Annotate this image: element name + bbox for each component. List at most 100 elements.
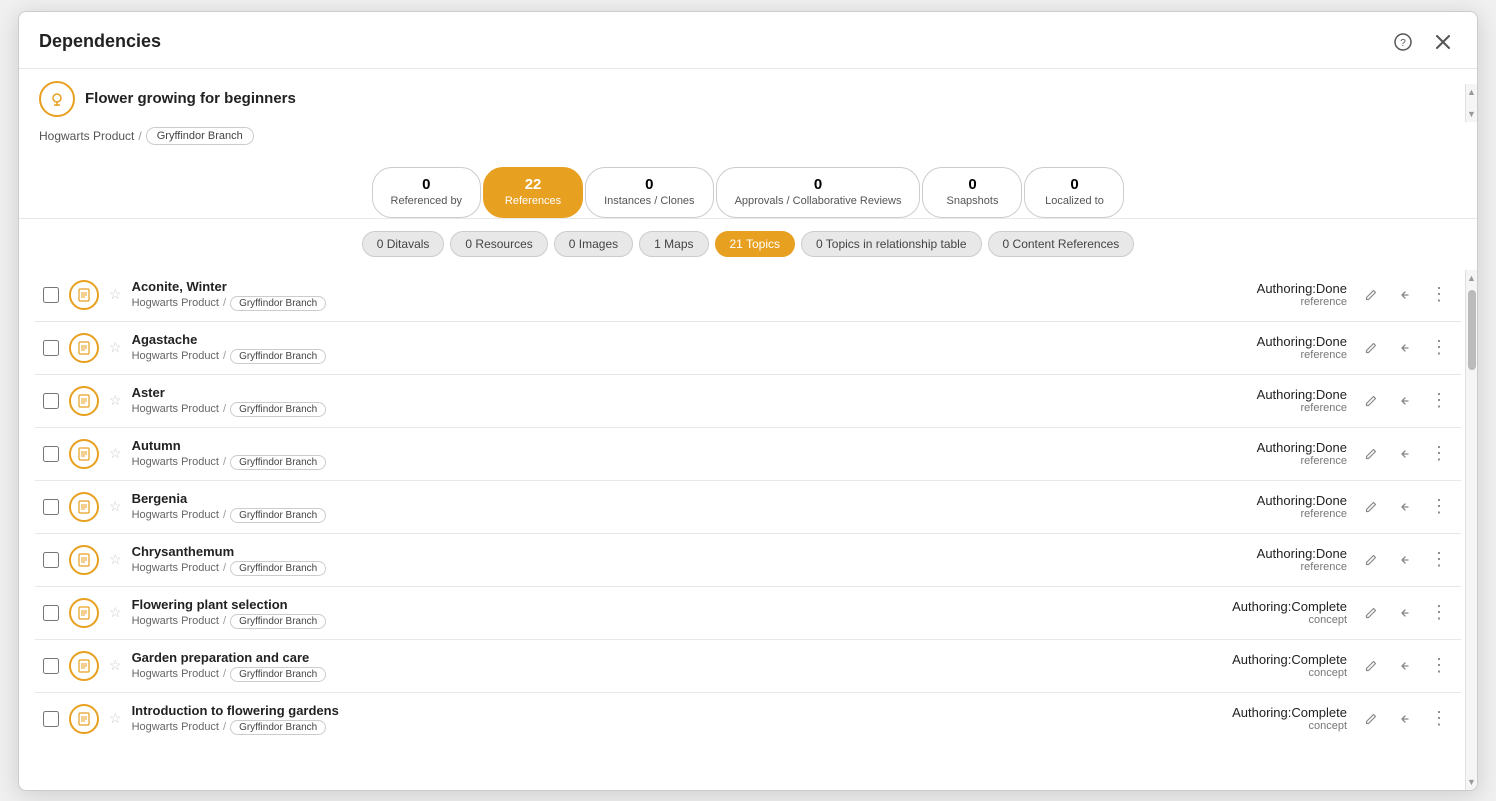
- item-back-button-3[interactable]: [1391, 440, 1419, 468]
- item-edit-button-2[interactable]: [1357, 387, 1385, 415]
- filter-tab-3[interactable]: 1 Maps: [639, 231, 708, 257]
- item-doc-icon-2: [69, 386, 99, 416]
- item-star-4[interactable]: ☆: [109, 498, 122, 515]
- item-star-8[interactable]: ☆: [109, 710, 122, 727]
- item-status-type-0: reference: [1301, 296, 1347, 308]
- main-tab-3[interactable]: 0Approvals / Collaborative Reviews: [716, 167, 921, 218]
- item-status-type-7: concept: [1308, 667, 1347, 679]
- item-more-button-7[interactable]: ⋮: [1425, 652, 1453, 680]
- items-list: ☆ Aconite, Winter Hogwarts Product / Gry…: [19, 269, 1477, 790]
- scroll-thumb: [1468, 290, 1476, 370]
- filter-tab-6[interactable]: 0 Content References: [988, 231, 1135, 257]
- header-actions: ?: [1389, 28, 1457, 56]
- item-edit-button-3[interactable]: [1357, 440, 1385, 468]
- scroll-down-arrow[interactable]: ▼: [1467, 109, 1476, 119]
- list-item: ☆ Autumn Hogwarts Product / Gryffindor B…: [35, 428, 1461, 481]
- item-edit-button-6[interactable]: [1357, 599, 1385, 627]
- item-back-button-7[interactable]: [1391, 652, 1419, 680]
- item-actions-6: ⋮: [1357, 599, 1453, 627]
- item-more-button-6[interactable]: ⋮: [1425, 599, 1453, 627]
- item-content-5: Chrysanthemum Hogwarts Product / Gryffin…: [132, 544, 1177, 576]
- item-more-button-4[interactable]: ⋮: [1425, 493, 1453, 521]
- filter-tab-1[interactable]: 0 Resources: [450, 231, 547, 257]
- scroll-track: [1466, 286, 1477, 774]
- list-scroll-up[interactable]: ▲: [1467, 270, 1476, 286]
- item-checkbox-2[interactable]: [43, 393, 59, 409]
- item-actions-0: ⋮: [1357, 281, 1453, 309]
- item-branch-badge-4: Gryffindor Branch: [230, 508, 326, 523]
- filter-tab-2[interactable]: 0 Images: [554, 231, 633, 257]
- item-more-button-0[interactable]: ⋮: [1425, 281, 1453, 309]
- item-path-prefix-6: Hogwarts Product: [132, 615, 219, 627]
- item-back-button-8[interactable]: [1391, 705, 1419, 733]
- item-status-label-5: Authoring:Done: [1257, 546, 1347, 561]
- item-star-0[interactable]: ☆: [109, 286, 122, 303]
- item-more-button-3[interactable]: ⋮: [1425, 440, 1453, 468]
- item-path-sep-7: /: [223, 668, 226, 680]
- item-status-2: Authoring:Done reference: [1187, 387, 1347, 414]
- item-edit-button-8[interactable]: [1357, 705, 1385, 733]
- list-scroll-down[interactable]: ▼: [1467, 774, 1476, 790]
- main-tab-1[interactable]: 22References: [483, 167, 583, 218]
- item-checkbox-8[interactable]: [43, 711, 59, 727]
- item-edit-button-4[interactable]: [1357, 493, 1385, 521]
- item-checkbox-0[interactable]: [43, 287, 59, 303]
- item-checkbox-1[interactable]: [43, 340, 59, 356]
- tab-label-5: Localized to: [1045, 195, 1104, 207]
- item-path-prefix-8: Hogwarts Product: [132, 721, 219, 733]
- item-more-button-8[interactable]: ⋮: [1425, 705, 1453, 733]
- item-edit-button-0[interactable]: [1357, 281, 1385, 309]
- item-status-type-1: reference: [1301, 349, 1347, 361]
- item-content-7: Garden preparation and care Hogwarts Pro…: [132, 650, 1177, 682]
- item-back-button-6[interactable]: [1391, 599, 1419, 627]
- item-back-button-5[interactable]: [1391, 546, 1419, 574]
- list-item: ☆ Flowering plant selection Hogwarts Pro…: [35, 587, 1461, 640]
- item-star-1[interactable]: ☆: [109, 339, 122, 356]
- item-more-button-1[interactable]: ⋮: [1425, 334, 1453, 362]
- item-path-prefix-0: Hogwarts Product: [132, 297, 219, 309]
- item-edit-button-1[interactable]: [1357, 334, 1385, 362]
- list-scrollbar[interactable]: ▲ ▼: [1465, 270, 1477, 790]
- main-tab-4[interactable]: 0Snapshots: [922, 167, 1022, 218]
- item-back-button-1[interactable]: [1391, 334, 1419, 362]
- tab-label-3: Approvals / Collaborative Reviews: [735, 195, 902, 207]
- header-scroll-arrows: ▲ ▼: [1465, 84, 1477, 122]
- main-tab-0[interactable]: 0Referenced by: [372, 167, 482, 218]
- item-checkbox-6[interactable]: [43, 605, 59, 621]
- item-more-button-5[interactable]: ⋮: [1425, 546, 1453, 574]
- item-edit-button-7[interactable]: [1357, 652, 1385, 680]
- item-status-0: Authoring:Done reference: [1187, 281, 1347, 308]
- item-checkbox-5[interactable]: [43, 552, 59, 568]
- item-back-button-4[interactable]: [1391, 493, 1419, 521]
- item-status-label-7: Authoring:Complete: [1232, 652, 1347, 667]
- main-tab-2[interactable]: 0Instances / Clones: [585, 167, 714, 218]
- filter-tab-0[interactable]: 0 Ditavals: [362, 231, 445, 257]
- scroll-up-arrow[interactable]: ▲: [1467, 87, 1476, 97]
- item-edit-button-5[interactable]: [1357, 546, 1385, 574]
- item-star-7[interactable]: ☆: [109, 657, 122, 674]
- item-back-button-0[interactable]: [1391, 281, 1419, 309]
- item-checkbox-4[interactable]: [43, 499, 59, 515]
- filter-tab-4[interactable]: 21 Topics: [715, 231, 795, 257]
- main-tab-5[interactable]: 0Localized to: [1024, 167, 1124, 218]
- item-name-4: Bergenia: [132, 491, 1177, 506]
- item-content-4: Bergenia Hogwarts Product / Gryffindor B…: [132, 491, 1177, 523]
- item-actions-3: ⋮: [1357, 440, 1453, 468]
- help-button[interactable]: ?: [1389, 28, 1417, 56]
- item-star-6[interactable]: ☆: [109, 604, 122, 621]
- item-path-sep-3: /: [223, 456, 226, 468]
- item-more-button-2[interactable]: ⋮: [1425, 387, 1453, 415]
- item-checkbox-7[interactable]: [43, 658, 59, 674]
- item-star-2[interactable]: ☆: [109, 392, 122, 409]
- item-doc-icon-0: [69, 280, 99, 310]
- filter-tab-5[interactable]: 0 Topics in relationship table: [801, 231, 982, 257]
- modal-header: Dependencies ?: [19, 12, 1477, 69]
- item-back-button-2[interactable]: [1391, 387, 1419, 415]
- item-star-5[interactable]: ☆: [109, 551, 122, 568]
- item-branch-badge-8: Gryffindor Branch: [230, 720, 326, 735]
- item-path-8: Hogwarts Product / Gryffindor Branch: [132, 720, 1177, 735]
- item-star-3[interactable]: ☆: [109, 445, 122, 462]
- item-checkbox-3[interactable]: [43, 446, 59, 462]
- tab-count-0: 0: [422, 176, 430, 193]
- close-button[interactable]: [1429, 28, 1457, 56]
